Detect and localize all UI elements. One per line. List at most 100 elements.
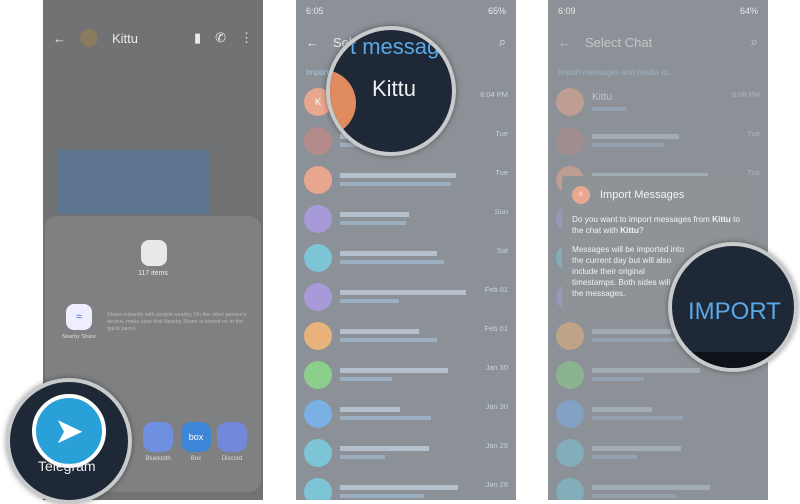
chat-list-item[interactable] (548, 394, 768, 433)
redacted-name (592, 446, 682, 451)
page-title: Select Chat (585, 34, 653, 50)
redacted-message (340, 338, 438, 342)
chat-avatar (556, 360, 584, 389)
discord-icon (217, 422, 247, 452)
chat-list-item[interactable]: Jan 30 (296, 394, 516, 433)
chat-list-item[interactable]: Feb 01 (296, 316, 516, 355)
redacted-message (340, 182, 451, 186)
search-icon[interactable]: ⌕ (751, 34, 758, 50)
chat-avatar (556, 87, 584, 116)
chat-title: Kittu (112, 30, 139, 46)
redacted-name (340, 407, 401, 412)
redacted-message (340, 221, 406, 225)
items-count: 117 items (138, 270, 168, 277)
chat-list-item[interactable] (548, 472, 768, 500)
file-icon (141, 240, 167, 266)
dialog-question: Do you want to import messages from Kitt… (572, 215, 740, 236)
back-arrow-icon[interactable]: ← (558, 35, 571, 50)
chat-date: Feb 01 (484, 324, 508, 333)
chat-header: ← Kittu ▮ ✆ ⋮ (43, 18, 263, 58)
search-icon[interactable]: ⌕ (499, 34, 506, 50)
redacted-name (592, 329, 671, 334)
chat-date: Sun (494, 207, 508, 216)
chat-list-item[interactable]: Feb 01 (296, 277, 516, 316)
redacted-name (592, 134, 680, 139)
chat-preview (592, 485, 760, 498)
nearby-share-description: Share instantly with people nearby. On t… (107, 312, 247, 333)
chat-list-item[interactable]: Sun (296, 199, 516, 238)
chat-list-item[interactable]: Tue (548, 121, 768, 160)
redacted-message (340, 377, 393, 381)
share-app-discord[interactable]: Discord (207, 422, 257, 462)
redacted-message (592, 143, 665, 147)
chat-date: Feb 01 (484, 285, 508, 294)
chat-list-item[interactable]: Jan 30 (296, 355, 516, 394)
chat-avatar (556, 399, 584, 428)
chat-avatar (304, 126, 332, 155)
bluetooth-icon (143, 422, 173, 452)
chat-list-item[interactable]: Sat (296, 238, 516, 277)
phone-icon[interactable]: ✆ (215, 30, 226, 46)
chat-date: 6:08 PM (732, 90, 760, 99)
chat-preview (340, 173, 508, 186)
chat-list-item[interactable]: Kittu 6:08 PM (548, 82, 768, 121)
chat-date: Jan 30 (485, 363, 508, 372)
chat-avatar (556, 438, 584, 467)
redacted-name (592, 368, 700, 373)
chat-date: Jan 30 (485, 402, 508, 411)
video-thumbnail[interactable] (57, 150, 209, 214)
import-magnifier[interactable]: IMPORT (668, 242, 798, 372)
chat-avatar (556, 126, 584, 155)
nearby-share-icon: ≈ (66, 304, 92, 330)
redacted-name (340, 173, 456, 178)
magnified-chat-name: Kittu (372, 76, 417, 101)
dialog-avatar: K (572, 186, 590, 204)
chat-date: Jan 29 (485, 441, 508, 450)
chat-preview (340, 446, 508, 459)
telegram-magnifier[interactable]: ➤ Telegram (6, 378, 132, 504)
redacted-name (340, 251, 438, 256)
magnified-avatar (330, 70, 356, 136)
chat-preview (340, 485, 508, 498)
subheader: Import messages and media to... (558, 67, 675, 77)
telegram-icon: ➤ (32, 394, 106, 468)
redacted-name (340, 446, 430, 451)
chat-avatar (556, 477, 584, 500)
chat-list-item[interactable] (548, 433, 768, 472)
chat-date: 6:04 PM (480, 90, 508, 99)
redacted-name (340, 329, 419, 334)
redacted-message (340, 455, 386, 459)
chat-list-item[interactable]: Jan 29 (296, 433, 516, 472)
chat-list-item[interactable]: Jan 28 (296, 472, 516, 500)
chat-date: Jan 28 (485, 480, 508, 489)
kittu-magnifier: t messag Kittu (326, 26, 456, 156)
redacted-message (340, 260, 445, 264)
back-arrow-icon[interactable]: ← (306, 35, 319, 50)
nearby-share-button[interactable]: ≈ Nearby Share (57, 304, 101, 340)
redacted-message (592, 416, 683, 420)
redacted-name (340, 485, 458, 490)
back-arrow-icon[interactable]: ← (53, 31, 66, 46)
chat-date: Sat (496, 246, 508, 255)
chat-avatar (304, 399, 332, 428)
chat-preview (340, 290, 508, 303)
redacted-message (592, 455, 638, 459)
chat-avatar (304, 243, 332, 272)
telegram-label: Telegram (38, 458, 96, 474)
chat-avatar (556, 321, 584, 350)
chat-list-item[interactable]: Tue (296, 160, 516, 199)
redacted-message (340, 494, 424, 498)
status-bar: 6:09 64% (558, 6, 758, 16)
chat-date: Tue (495, 129, 508, 138)
chat-avatar (304, 204, 332, 233)
redacted-message (592, 338, 690, 342)
video-call-icon[interactable]: ▮ (194, 30, 201, 46)
redacted-message (340, 299, 399, 303)
chat-avatar (80, 29, 98, 47)
import-button[interactable]: IMPORT (688, 298, 781, 326)
redacted-message (592, 107, 626, 111)
more-icon[interactable]: ⋮ (240, 30, 253, 46)
dialog-title: Import Messages (600, 188, 685, 201)
redacted-name (592, 407, 653, 412)
status-bar: 6:05 65% (306, 6, 506, 16)
